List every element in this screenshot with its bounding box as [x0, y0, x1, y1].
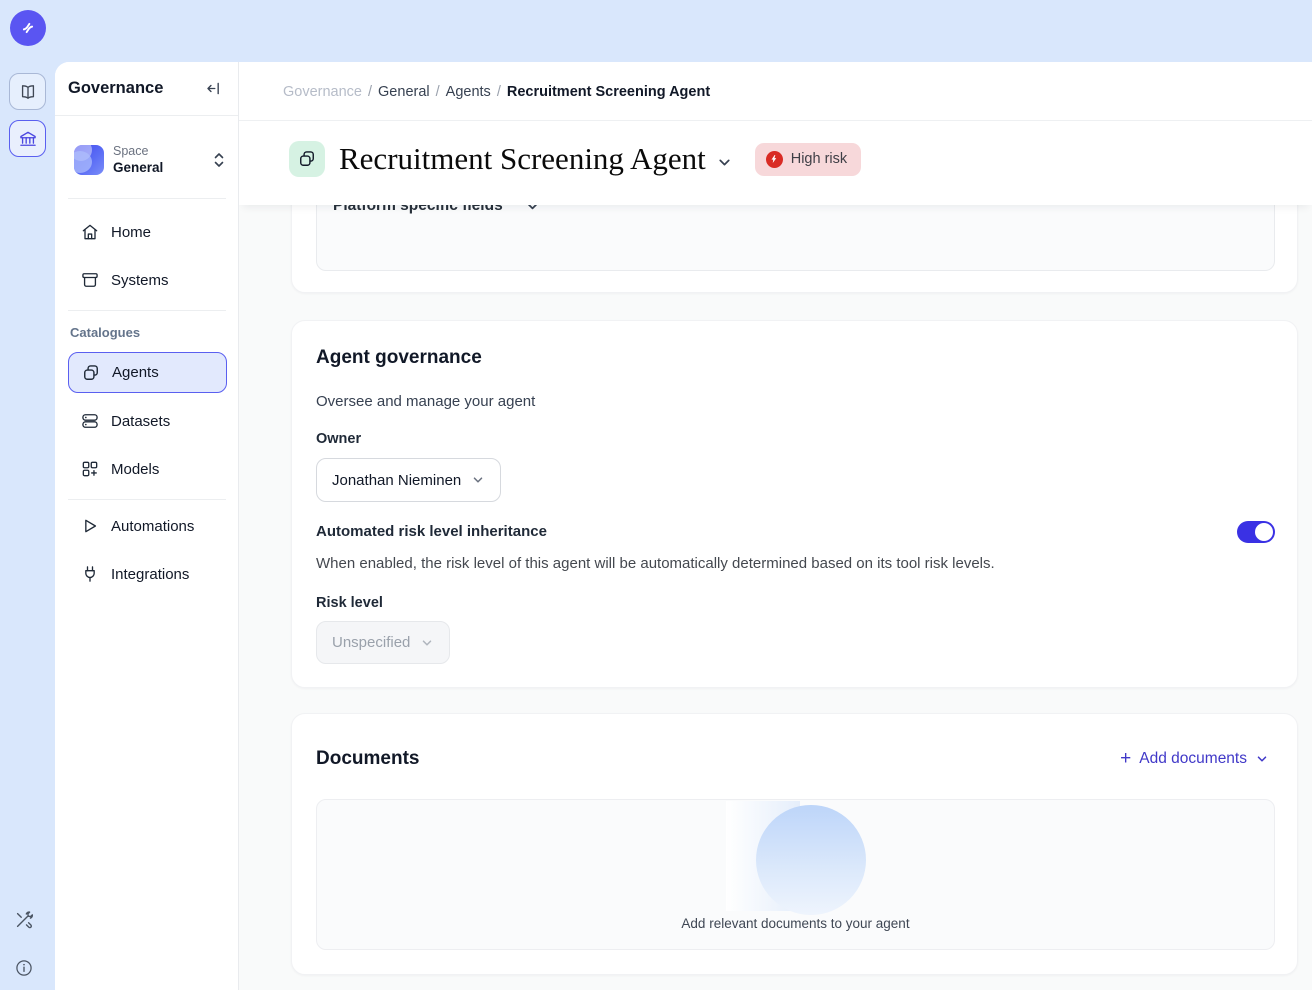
sidebar-divider	[68, 198, 226, 199]
sidebar-item-label: Integrations	[111, 566, 189, 583]
sidebar-item-label: Datasets	[111, 413, 170, 430]
documentation-button[interactable]	[9, 73, 46, 110]
title-dropdown-button[interactable]	[716, 154, 733, 171]
risk-level-select[interactable]: Unspecified	[316, 621, 450, 664]
documents-empty-panel: Add relevant documents to your agent	[316, 799, 1275, 950]
sidebar-item-models[interactable]: Models	[68, 451, 227, 487]
info-button[interactable]	[12, 956, 36, 980]
tools-icon	[13, 909, 35, 931]
title-row: Recruitment Screening Agent High risk	[289, 141, 861, 177]
sidebar-item-label: Agents	[112, 364, 159, 381]
card-subtitle: Oversee and manage your agent	[316, 393, 535, 410]
risk-level-label: Risk level	[316, 595, 383, 611]
database-icon	[80, 411, 100, 431]
sidebar-item-automations[interactable]: Automations	[68, 508, 227, 544]
book-icon	[18, 82, 38, 102]
sidebar-item-home[interactable]: Home	[68, 214, 227, 250]
sidebar-item-label: Models	[111, 461, 159, 478]
breadcrumb-governance[interactable]: Governance	[283, 84, 362, 100]
documents-title: Documents	[316, 748, 419, 770]
add-documents-label: Add documents	[1139, 750, 1247, 768]
chevron-down-icon	[420, 636, 434, 650]
header-divider	[239, 120, 1312, 121]
sidebar-item-agents[interactable]: Agents	[68, 352, 227, 393]
page-header: Governance / General / Agents / Recruitm…	[239, 62, 1312, 205]
sidebar-item-integrations[interactable]: Integrations	[68, 556, 227, 592]
breadcrumb-space[interactable]: General	[378, 84, 430, 100]
inheritance-toggle[interactable]	[1237, 521, 1275, 543]
sidebar-divider	[68, 499, 226, 500]
breadcrumb: Governance / General / Agents / Recruitm…	[283, 84, 710, 100]
catalogues-section-label: Catalogues	[70, 325, 140, 340]
toggle-knob	[1255, 523, 1273, 541]
documents-empty-text: Add relevant documents to your agent	[317, 916, 1274, 931]
icon-rail	[0, 62, 55, 990]
sidebar-collapse-button[interactable]	[205, 80, 223, 98]
risk-status-badge: High risk	[755, 143, 861, 176]
sidebar-title: Governance	[68, 79, 205, 98]
documents-empty-illustration	[726, 800, 866, 920]
breadcrumb-separator: /	[368, 84, 372, 100]
grid-plus-icon	[80, 459, 100, 479]
play-icon	[80, 516, 100, 536]
chevron-down-icon	[716, 154, 733, 171]
inheritance-label: Automated risk level inheritance	[316, 523, 547, 540]
inheritance-description: When enabled, the risk level of this age…	[316, 555, 995, 572]
space-selector[interactable]: Space General	[68, 137, 226, 183]
chevron-down-icon	[471, 473, 485, 487]
home-icon	[80, 222, 100, 242]
sidebar-item-systems[interactable]: Systems	[68, 262, 227, 298]
owner-value: Jonathan Nieminen	[332, 472, 461, 489]
top-bar	[0, 0, 1312, 62]
breadcrumb-agents[interactable]: Agents	[446, 84, 491, 100]
info-icon	[14, 958, 34, 978]
sidebar-divider	[68, 310, 226, 311]
risk-bolt-icon	[766, 151, 783, 168]
plus-icon: +	[1120, 751, 1131, 767]
app-logo[interactable]	[10, 10, 46, 46]
sidebar: Governance Space General	[55, 62, 239, 990]
page-title: Recruitment Screening Agent	[339, 141, 706, 177]
archive-box-icon	[80, 270, 100, 290]
copy-icon	[297, 149, 317, 169]
chevron-up-down-icon	[212, 150, 226, 170]
logo-icon	[17, 17, 39, 39]
collapse-left-icon	[205, 80, 222, 97]
sidebar-item-label: Systems	[111, 272, 169, 289]
sidebar-item-label: Automations	[111, 518, 194, 535]
card-title: Agent governance	[316, 347, 482, 369]
agent-governance-card: Agent governance Oversee and manage your…	[291, 320, 1298, 688]
governance-button[interactable]	[9, 120, 46, 157]
breadcrumb-separator: /	[436, 84, 440, 100]
agent-type-icon-badge	[289, 141, 325, 177]
add-documents-button[interactable]: + Add documents	[1120, 750, 1269, 768]
copy-icon	[81, 363, 101, 383]
breadcrumb-separator: /	[497, 84, 501, 100]
risk-badge-label: High risk	[791, 151, 847, 167]
space-text: Space General	[113, 144, 212, 176]
app-window: Platform specific fields Agent governanc…	[55, 62, 1312, 990]
plug-icon	[80, 564, 100, 584]
breadcrumb-current: Recruitment Screening Agent	[507, 84, 710, 100]
chevron-down-icon	[1255, 752, 1269, 766]
owner-select[interactable]: Jonathan Nieminen	[316, 458, 501, 502]
risk-level-value: Unspecified	[332, 634, 410, 651]
documents-card: Documents + Add documents Add relevant d…	[291, 713, 1298, 975]
owner-label: Owner	[316, 431, 361, 447]
sidebar-item-label: Home	[111, 224, 151, 241]
space-icon	[74, 145, 104, 175]
bank-icon	[18, 129, 38, 149]
settings-tools-button[interactable]	[12, 908, 36, 932]
space-name: General	[113, 159, 212, 176]
sidebar-item-datasets[interactable]: Datasets	[68, 403, 227, 439]
sidebar-header: Governance	[55, 62, 238, 116]
space-label: Space	[113, 144, 212, 159]
